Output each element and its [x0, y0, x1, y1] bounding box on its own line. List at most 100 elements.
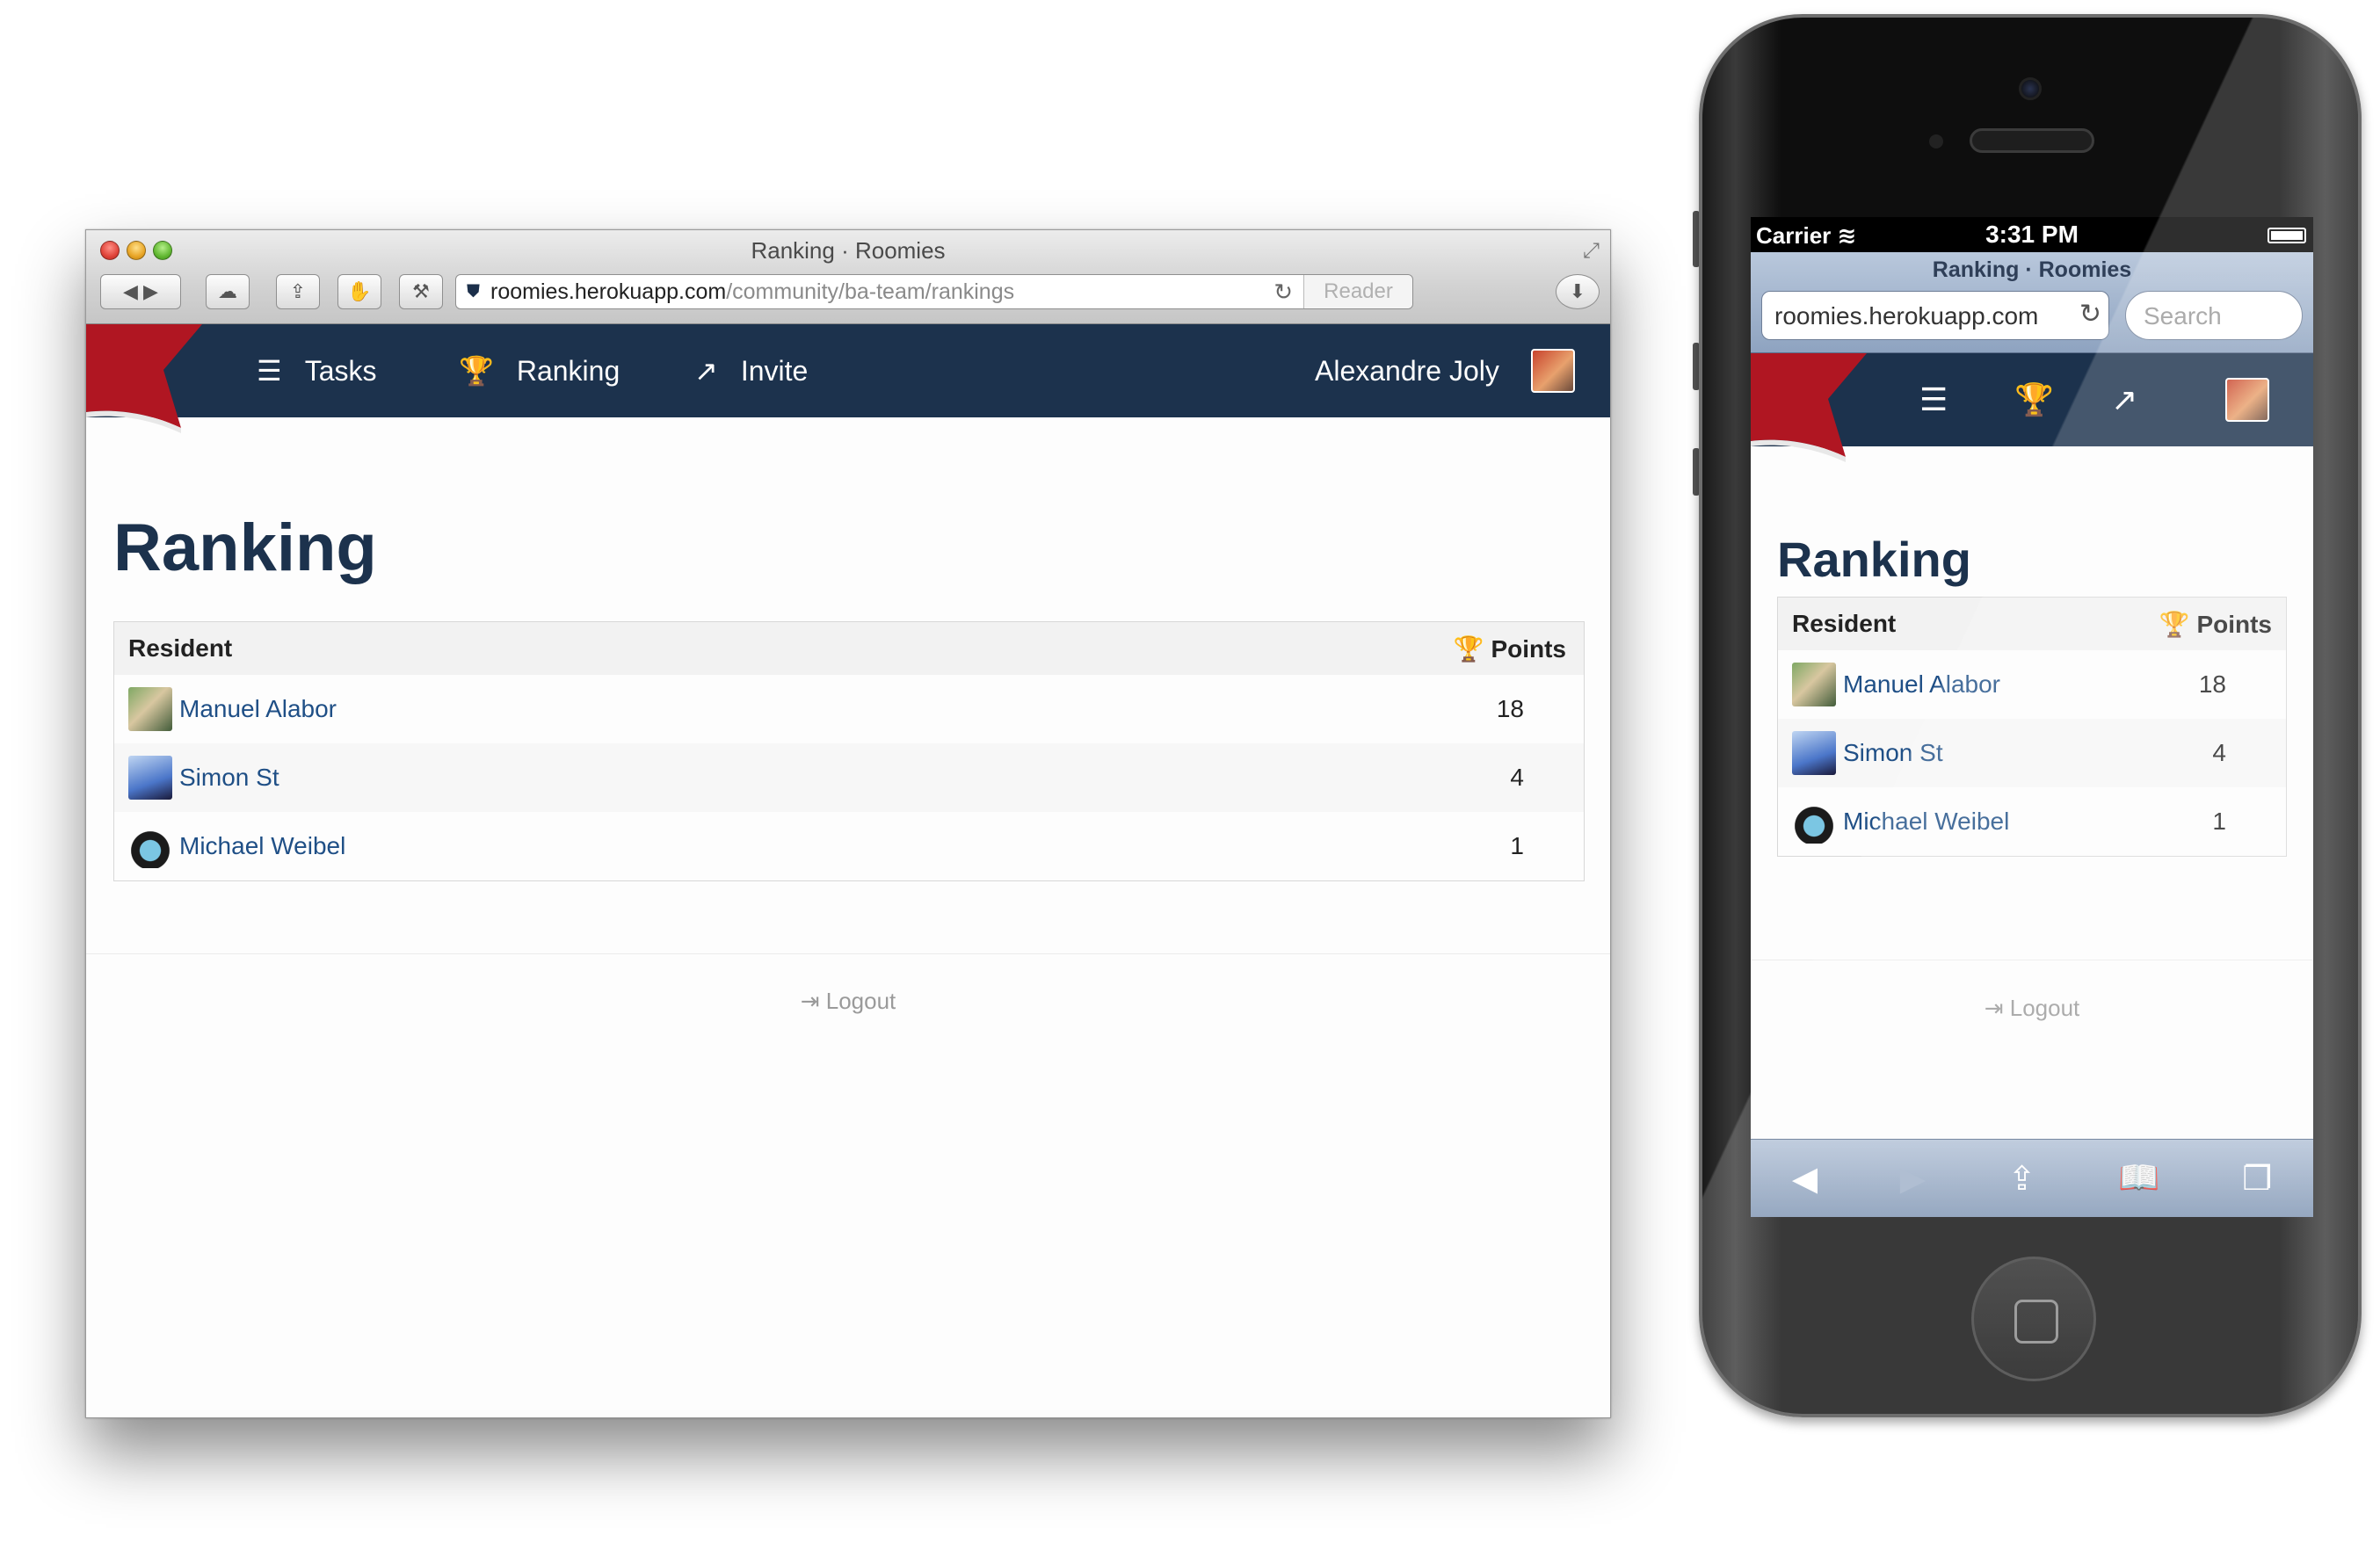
tools-button[interactable]: ⚒: [399, 274, 443, 309]
tabs-icon[interactable]: ❐: [2242, 1159, 2272, 1199]
address-bar[interactable]: ⛊ roomies.herokuapp.com/community/ba-tea…: [455, 274, 1413, 309]
table-row: Simon St 4: [1778, 719, 2286, 787]
ranking-table: Resident 🏆 Points Manuel Alabor 18 Simon…: [1777, 597, 2287, 857]
points-value: 18: [1496, 695, 1524, 722]
page-title: Ranking: [113, 511, 377, 585]
fullscreen-icon[interactable]: ⤢: [1583, 239, 1600, 264]
user-avatar[interactable]: [2225, 353, 2269, 446]
url-path: /community/ba-team/rankings: [726, 279, 1015, 304]
clock: 3:31 PM: [1985, 221, 2079, 248]
header-resident: Resident: [128, 634, 233, 662]
trophy-icon: 🏆: [2159, 610, 2190, 638]
header-points-label: Points: [1491, 634, 1566, 663]
trophy-icon: 🏆: [1453, 634, 1484, 663]
downloads-button[interactable]: ⬇: [1556, 274, 1600, 309]
stop-button[interactable]: ✋: [337, 274, 381, 309]
logout-label: Logout: [825, 988, 896, 1014]
window-title: Ranking · Roomies: [751, 237, 946, 264]
share-icon[interactable]: ↗: [2111, 353, 2137, 446]
table-row: Manuel Alabor 18: [1778, 650, 2286, 719]
points-value: 18: [2198, 670, 2226, 698]
header-points-label: Points: [2196, 610, 2272, 638]
share-button[interactable]: ⇪: [276, 274, 320, 309]
table-row: Michael Weibel 1: [1778, 787, 2286, 856]
phone-screen: Carrier ≋ 3:31 PM Ranking · Roomies room…: [1751, 217, 2313, 1217]
table-header: Resident 🏆 Points: [114, 622, 1584, 675]
resident-link[interactable]: Manuel Alabor: [1843, 670, 2000, 699]
avatar: [1792, 663, 1836, 706]
table-row: Michael Weibel 1: [114, 812, 1584, 880]
reader-button[interactable]: Reader: [1303, 275, 1412, 308]
tasks-icon: ☰: [257, 355, 282, 387]
table-header: Resident 🏆 Points: [1778, 598, 2286, 650]
header-resident: Resident: [1792, 610, 1897, 637]
nav-ranking-label: Ranking: [516, 354, 620, 387]
mobile-safari-bottom-bar: ◀ ▶ ⇪ 📖 ❐: [1751, 1139, 2313, 1217]
avatar: [1792, 731, 1836, 775]
browser-toolbar: Ranking · Roomies ⤢ ◀ ▶ ☁ ⇪ ✋ ⚒ ⛊ roomie…: [86, 230, 1610, 324]
share-icon[interactable]: ⇪: [2008, 1159, 2036, 1199]
header-points: 🏆 Points: [1408, 634, 1584, 663]
status-bar: Carrier ≋ 3:31 PM: [1751, 217, 2313, 252]
nav-invite-label: Invite: [740, 354, 809, 387]
nav-user[interactable]: Alexandre Joly: [1315, 324, 1575, 417]
proximity-sensor: [1929, 134, 1943, 149]
resident-link[interactable]: Michael Weibel: [179, 832, 345, 860]
mobile-safari-toolbar: Ranking · Roomies roomies.herokuapp.com …: [1751, 252, 2313, 353]
logout-link[interactable]: ⇥ Logout: [1751, 995, 2313, 1022]
mobile-page-title: Ranking · Roomies: [1932, 257, 2132, 282]
resident-link[interactable]: Simon St: [179, 764, 279, 792]
nav-invite[interactable]: ↗ Invite: [694, 324, 808, 417]
tasks-icon[interactable]: ☰: [1919, 353, 1948, 446]
shield-icon: ⛊: [467, 281, 480, 301]
logout-link[interactable]: ⇥ Logout: [86, 988, 1610, 1015]
table-row: Manuel Alabor 18: [114, 675, 1584, 743]
logout-icon: ⇥: [800, 988, 820, 1014]
back-icon[interactable]: ◀: [1792, 1159, 1818, 1199]
points-value: 1: [2212, 808, 2226, 835]
logout-icon: ⇥: [1984, 995, 2004, 1021]
home-button[interactable]: [1971, 1257, 2096, 1381]
trophy-icon: 🏆: [459, 355, 494, 387]
avatar: [128, 687, 172, 731]
user-name: Alexandre Joly: [1315, 354, 1499, 387]
camera-icon: [2019, 77, 2042, 100]
logout-label: Logout: [2009, 995, 2080, 1021]
table-row: Simon St 4: [114, 743, 1584, 812]
ranking-table: Resident 🏆 Points Manuel Alabor 18 Simon…: [113, 621, 1585, 881]
nav-ranking[interactable]: 🏆 Ranking: [459, 324, 620, 417]
resident-link[interactable]: Manuel Alabor: [179, 695, 337, 723]
forward-icon[interactable]: ▶: [1900, 1159, 1926, 1199]
roomies-logo-flag[interactable]: [1751, 353, 1874, 467]
nav-tasks[interactable]: ☰ Tasks: [257, 324, 376, 417]
resident-link[interactable]: Michael Weibel: [1843, 808, 2009, 836]
mobile-address-bar[interactable]: roomies.herokuapp.com ↻: [1761, 291, 2109, 340]
nav-tasks-label: Tasks: [304, 354, 377, 387]
icloud-tabs-button[interactable]: ☁: [206, 274, 250, 309]
earpiece-speaker: [1970, 128, 2094, 153]
points-value: 4: [2212, 739, 2226, 766]
roomies-logo-flag[interactable]: [86, 324, 209, 438]
mobile-search-field[interactable]: Search: [2125, 291, 2303, 340]
reload-icon[interactable]: ↻: [1273, 279, 1293, 306]
user-avatar: [1530, 349, 1575, 393]
mobile-url: roomies.herokuapp.com: [1774, 302, 2039, 330]
desktop-browser-window: Ranking · Roomies ⤢ ◀ ▶ ☁ ⇪ ✋ ⚒ ⛊ roomie…: [85, 229, 1611, 1418]
footer-divider: [86, 953, 1610, 954]
points-value: 1: [1510, 832, 1524, 859]
share-icon: ↗: [694, 355, 718, 387]
back-forward-buttons[interactable]: ◀ ▶: [100, 274, 181, 309]
points-value: 4: [1510, 764, 1524, 791]
url-host: roomies.herokuapp.com: [490, 279, 727, 304]
avatar: [128, 756, 172, 800]
resident-link[interactable]: Simon St: [1843, 739, 1943, 767]
battery-icon: [2268, 228, 2306, 243]
avatar: [1792, 800, 1836, 844]
iphone-device: Carrier ≋ 3:31 PM Ranking · Roomies room…: [1699, 14, 2362, 1417]
header-points: 🏆 Points: [2137, 610, 2286, 639]
reload-icon[interactable]: ↻: [2075, 299, 2101, 330]
trophy-icon[interactable]: 🏆: [2014, 353, 2054, 446]
page-title: Ranking: [1777, 532, 1971, 587]
avatar: [128, 824, 172, 868]
bookmarks-icon[interactable]: 📖: [2118, 1159, 2159, 1198]
